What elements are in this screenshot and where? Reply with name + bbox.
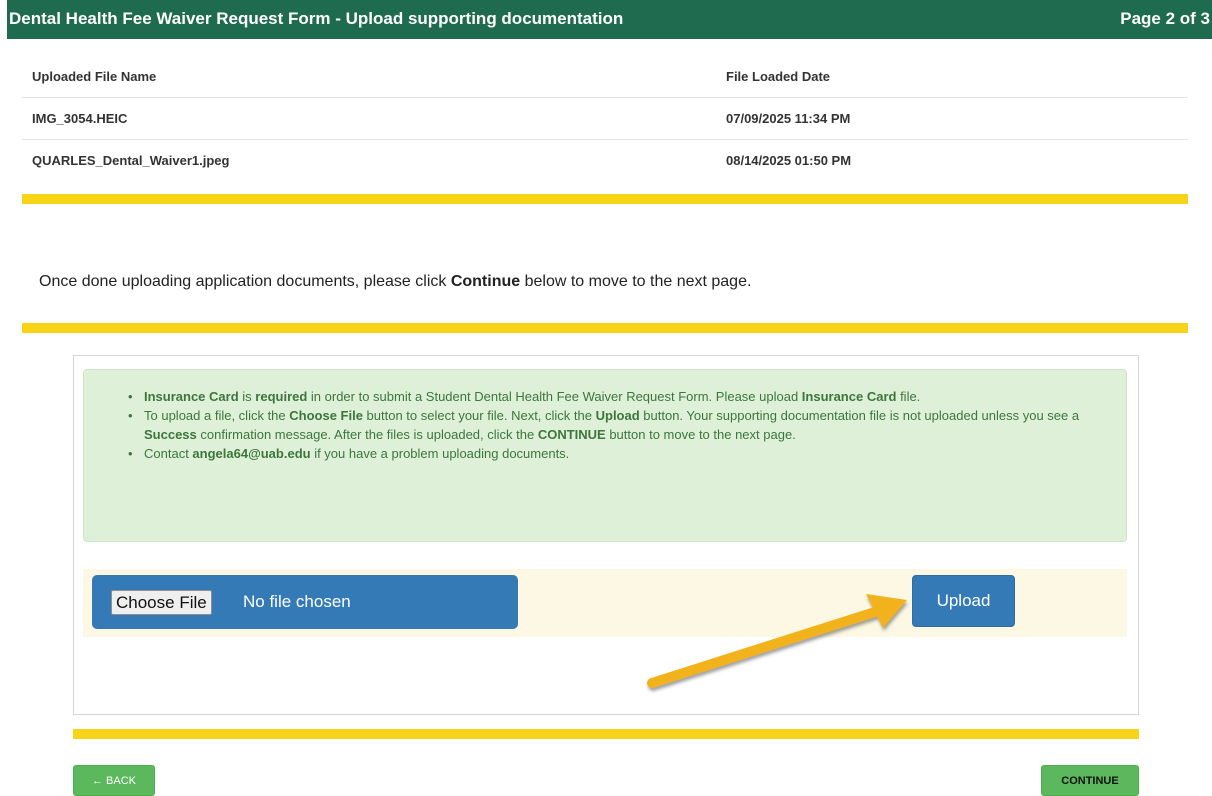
instructions-list: Insurance Card is required in order to s… <box>128 387 1108 463</box>
choose-file-button[interactable]: Choose File <box>111 590 212 615</box>
file-name-cell: IMG_3054.HEIC <box>32 111 128 126</box>
emphasis: Success <box>144 427 197 442</box>
back-button[interactable]: ← BACK <box>73 765 155 796</box>
emphasis: required <box>255 389 308 404</box>
instruction-text: Once done uploading application document… <box>39 273 451 290</box>
upload-row: Choose File No file chosen Upload <box>83 569 1127 637</box>
list-item: Insurance Card is required in order to s… <box>128 387 1108 406</box>
text: Contact <box>144 446 193 461</box>
column-header-file-name: Uploaded File Name <box>32 69 157 84</box>
table-header-row: Uploaded File Name File Loaded Date <box>22 56 1188 98</box>
section-divider <box>22 323 1188 333</box>
emphasis: Insurance Card <box>801 389 897 404</box>
continue-button[interactable]: CONTINUE <box>1041 765 1139 796</box>
upload-instructions-alert: Insurance Card is required in order to s… <box>83 369 1127 542</box>
upload-panel: Insurance Card is required in order to s… <box>73 355 1139 715</box>
text: file. <box>896 389 921 404</box>
page-indicator: Page 2 of 3 <box>1120 9 1210 28</box>
continue-instruction: Once done uploading application document… <box>39 273 751 291</box>
file-date-cell: 07/09/2025 11:34 PM <box>726 111 851 126</box>
emphasis: CONTINUE <box>537 427 606 442</box>
column-header-loaded-date: File Loaded Date <box>726 69 831 84</box>
no-file-chosen-text: No file chosen <box>243 592 351 611</box>
contact-email: angela64@uab.edu <box>192 446 311 461</box>
text: is <box>238 389 256 404</box>
text: in order to submit a Student Dental Heal… <box>307 389 802 404</box>
text: To upload a file, click the <box>144 408 290 423</box>
section-divider <box>73 729 1139 739</box>
text: if you have a problem uploading document… <box>310 446 570 461</box>
emphasis: Insurance Card <box>144 389 239 404</box>
file-name-cell: QUARLES_Dental_Waiver1.jpeg <box>32 153 230 168</box>
uploaded-files-table: Uploaded File Name File Loaded Date IMG_… <box>22 56 1188 182</box>
table-row: IMG_3054.HEIC 07/09/2025 11:34 PM <box>22 98 1188 140</box>
emphasis: Choose File <box>289 408 363 423</box>
text: button to select your file. Next, click … <box>362 408 596 423</box>
instruction-text: below to move to the next page. <box>520 273 752 290</box>
list-item: Contact angela64@uab.edu if you have a p… <box>128 444 1108 463</box>
table-row: QUARLES_Dental_Waiver1.jpeg 08/14/2025 0… <box>22 140 1188 182</box>
page-header: Dental Health Fee Waiver Request Form - … <box>7 0 1212 39</box>
upload-button[interactable]: Upload <box>912 575 1015 627</box>
emphasis: Upload <box>595 408 640 423</box>
section-divider <box>22 194 1188 204</box>
text: confirmation message. After the files is… <box>196 427 538 442</box>
file-input-wrapper[interactable]: Choose File No file chosen <box>92 575 518 629</box>
list-item: To upload a file, click the Choose File … <box>128 406 1108 444</box>
text: button. Your supporting documentation fi… <box>639 408 1080 423</box>
form-title: Dental Health Fee Waiver Request Form - … <box>9 9 624 28</box>
instruction-continue-emphasis: Continue <box>450 273 521 290</box>
text: button to move to the next page. <box>605 427 796 442</box>
file-date-cell: 08/14/2025 01:50 PM <box>726 153 852 168</box>
